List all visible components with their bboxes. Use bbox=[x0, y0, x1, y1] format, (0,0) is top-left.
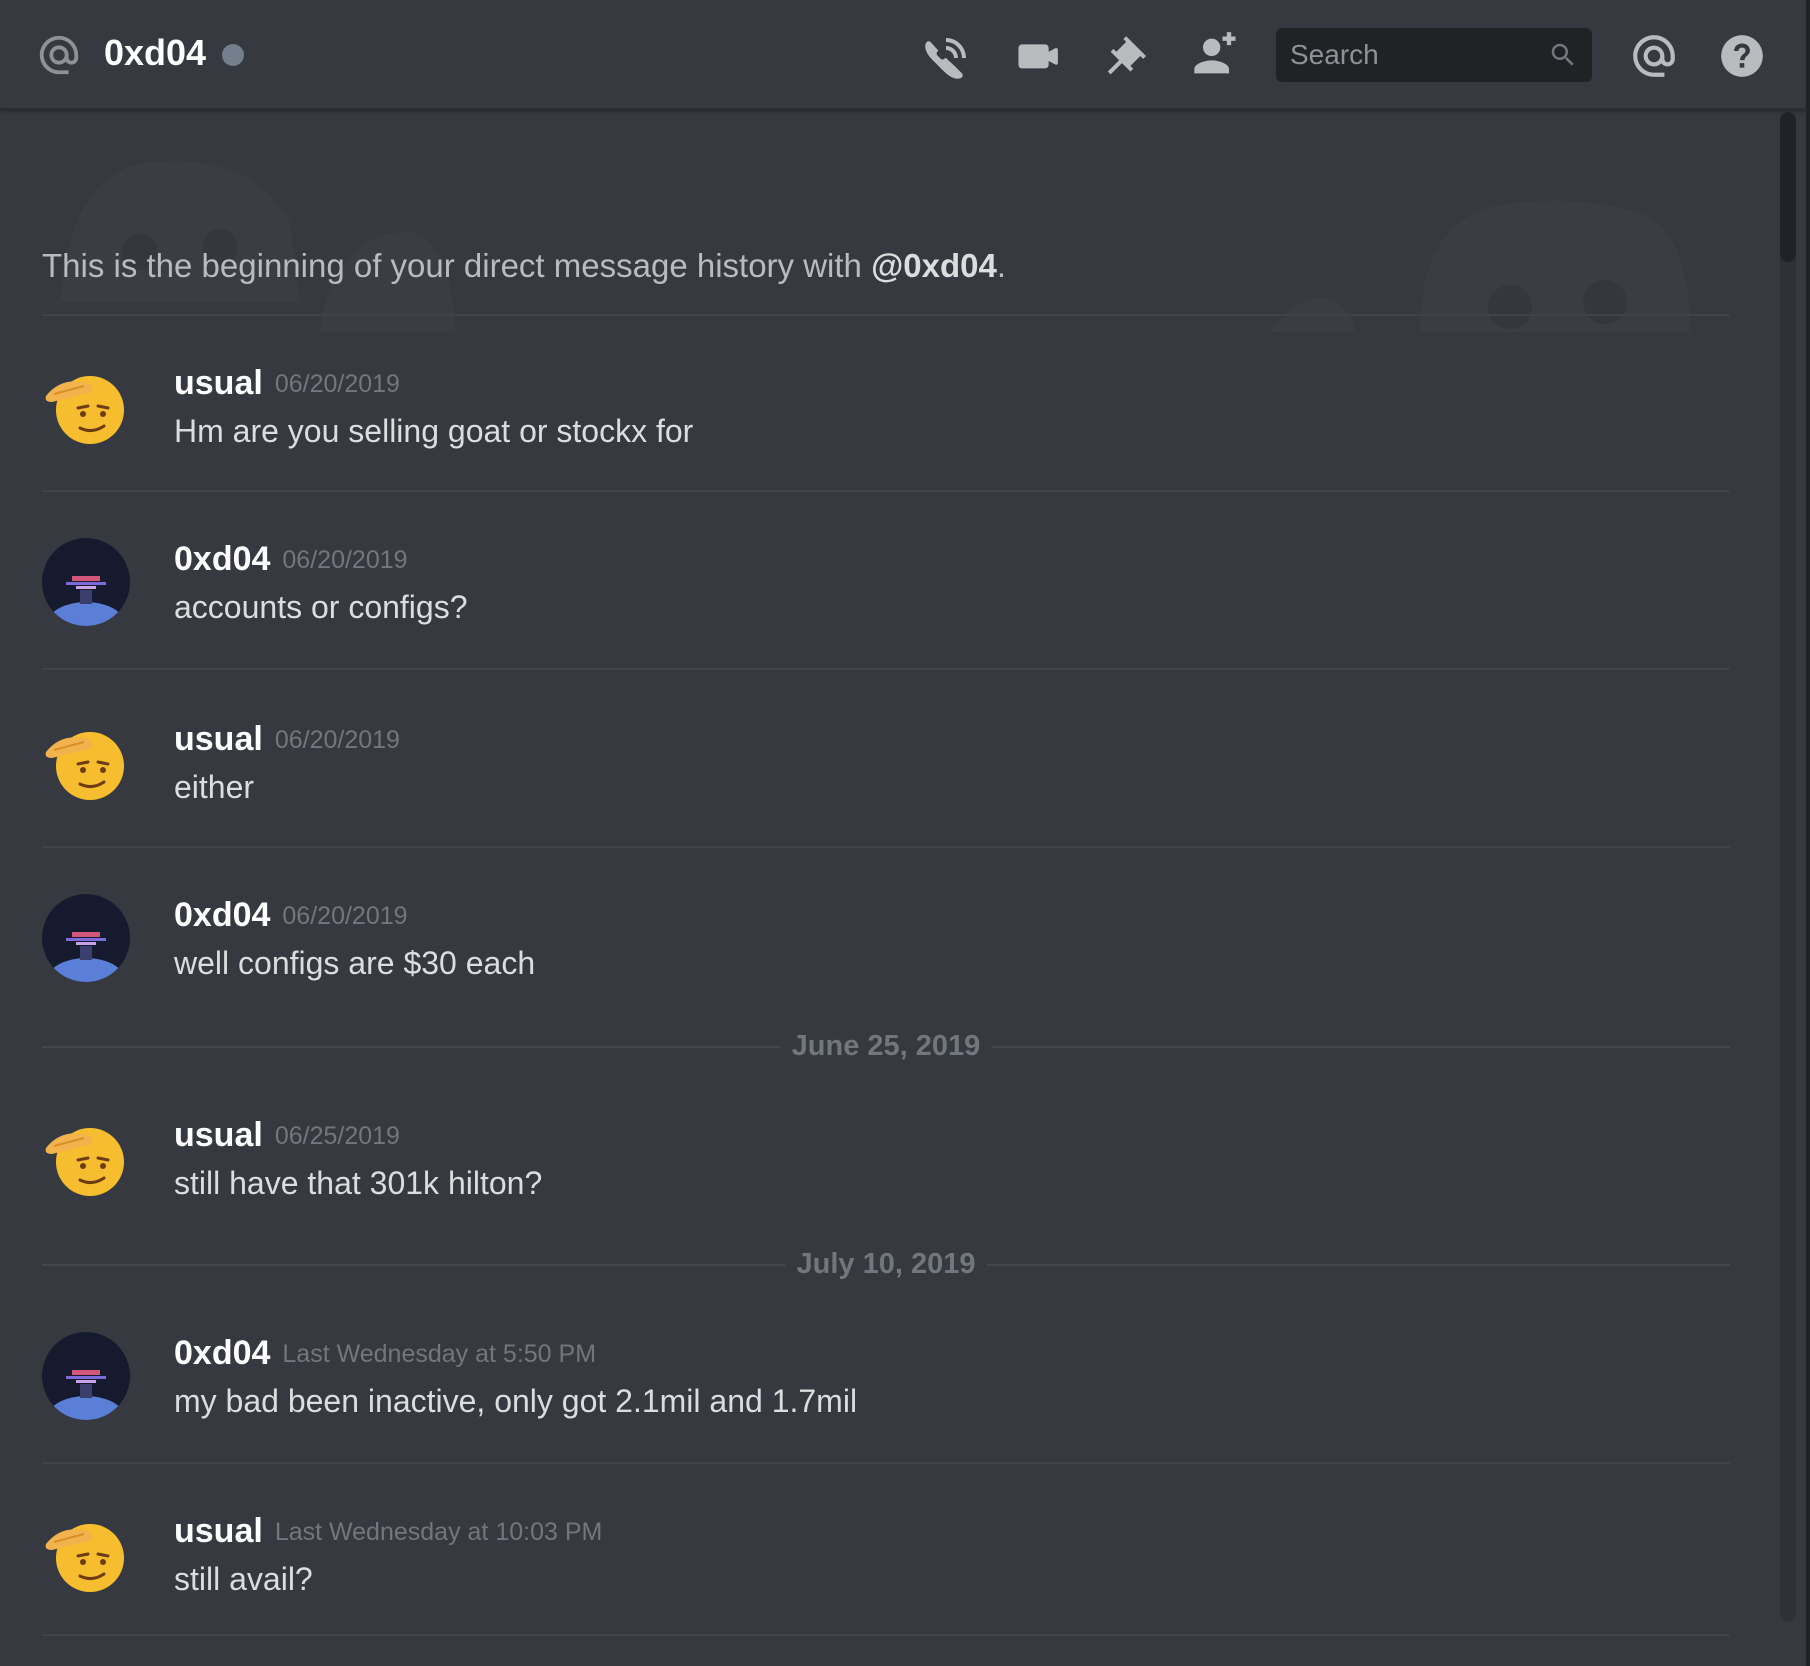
dm-intro-text: This is the beginning of your direct mes… bbox=[42, 244, 1730, 288]
message-author[interactable]: usual 06/20/2019 bbox=[174, 716, 400, 763]
message-timestamp: Last Wednesday at 10:03 PM bbox=[274, 1518, 603, 1546]
video-call-icon bbox=[1018, 44, 1058, 69]
date-divider-label: June 25, 2019 bbox=[791, 1030, 981, 1062]
at-icon bbox=[39, 35, 79, 75]
dark-glitch-avatar-icon[interactable] bbox=[42, 894, 130, 982]
divider bbox=[42, 314, 1730, 316]
message-content: still have that 301k hilton? bbox=[174, 1165, 543, 1201]
author-name[interactable]: 0xd04 bbox=[174, 896, 270, 934]
start-voice-call-button[interactable] bbox=[922, 30, 974, 82]
message-separator bbox=[42, 1462, 1730, 1464]
message-separator bbox=[42, 668, 1730, 670]
mentions-button[interactable] bbox=[1628, 30, 1680, 82]
message-timestamp: 06/20/2019 bbox=[282, 902, 408, 930]
message-author[interactable]: usual 06/20/2019 bbox=[174, 360, 400, 407]
message-separator bbox=[42, 1634, 1730, 1636]
help-icon bbox=[1721, 35, 1763, 77]
add-friend-icon bbox=[1194, 32, 1236, 74]
voice-call-icon bbox=[925, 38, 966, 79]
message-timestamp: 06/20/2019 bbox=[282, 546, 408, 574]
message-separator bbox=[42, 846, 1730, 848]
status-indicator bbox=[222, 44, 244, 66]
message-author[interactable]: 0xd04 06/20/2019 bbox=[174, 536, 408, 583]
add-friends-to-dm-button[interactable] bbox=[1190, 30, 1242, 82]
saluting-face-avatar-icon[interactable] bbox=[42, 362, 130, 450]
saluting-face-avatar-icon[interactable] bbox=[42, 1510, 130, 1598]
message-timestamp: 06/20/2019 bbox=[274, 370, 400, 398]
message-content: my bad been inactive, only got 2.1mil an… bbox=[174, 1383, 858, 1419]
dm-intro-period: . bbox=[996, 247, 1006, 284]
message-content: well configs are $30 each bbox=[174, 945, 536, 981]
search-box[interactable] bbox=[1276, 28, 1592, 82]
message-content: accounts or configs? bbox=[174, 589, 468, 625]
message-content: still avail? bbox=[174, 1561, 313, 1597]
scrollbar-thumb[interactable] bbox=[1780, 112, 1796, 262]
pinned-messages-button[interactable] bbox=[1100, 30, 1152, 82]
help-button[interactable] bbox=[1716, 30, 1768, 82]
message-timestamp: Last Wednesday at 5:50 PM bbox=[282, 1340, 597, 1368]
scrollbar-track[interactable] bbox=[1780, 112, 1796, 1622]
message-author[interactable]: 0xd04 06/20/2019 bbox=[174, 892, 408, 939]
message-list[interactable]: This is the beginning of your direct mes… bbox=[0, 112, 1770, 1666]
search-input[interactable] bbox=[1276, 28, 1592, 82]
dm-intro-handle: @0xd04 bbox=[871, 247, 997, 284]
search-icon[interactable] bbox=[1548, 40, 1578, 70]
author-name[interactable]: usual bbox=[174, 1512, 263, 1550]
message-author[interactable]: 0xd04 Last Wednesday at 5:50 PM bbox=[174, 1330, 596, 1377]
message-content: either bbox=[174, 769, 255, 805]
message-author[interactable]: usual 06/25/2019 bbox=[174, 1112, 400, 1159]
saluting-face-avatar-icon[interactable] bbox=[42, 718, 130, 806]
author-name[interactable]: usual bbox=[174, 364, 263, 402]
author-name[interactable]: usual bbox=[174, 1116, 263, 1154]
author-name[interactable]: 0xd04 bbox=[174, 540, 270, 578]
dm-recipient-name: 0xd04 bbox=[104, 32, 207, 73]
dm-intro-prefix: This is the beginning of your direct mes… bbox=[42, 247, 872, 284]
dm-window: 0xd04 Search This is the beginning of yo… bbox=[0, 0, 1810, 1666]
start-video-call-button[interactable] bbox=[1012, 30, 1064, 82]
mentions-icon bbox=[1633, 35, 1675, 77]
author-name[interactable]: usual bbox=[174, 720, 263, 758]
message-timestamp: 06/20/2019 bbox=[274, 726, 400, 754]
message-content: Hm are you selling goat or stockx for bbox=[174, 413, 694, 449]
author-name[interactable]: 0xd04 bbox=[174, 1334, 270, 1372]
message-author[interactable]: usual Last Wednesday at 10:03 PM bbox=[174, 1508, 602, 1555]
dark-glitch-avatar-icon[interactable] bbox=[42, 1332, 130, 1420]
message-timestamp: 06/25/2019 bbox=[274, 1122, 400, 1150]
dark-glitch-avatar-icon[interactable] bbox=[42, 538, 130, 626]
window-edge bbox=[1806, 0, 1810, 1666]
saluting-face-avatar-icon[interactable] bbox=[42, 1114, 130, 1202]
date-divider: July 10, 2019 bbox=[42, 1244, 1730, 1284]
pinned-messages-icon bbox=[1107, 36, 1146, 75]
message-separator bbox=[42, 490, 1730, 492]
channel-header: 0xd04 bbox=[0, 0, 1806, 110]
date-divider: June 25, 2019 bbox=[42, 1026, 1730, 1066]
welcome-illustration bbox=[60, 160, 1690, 332]
date-divider-label: July 10, 2019 bbox=[796, 1248, 976, 1280]
